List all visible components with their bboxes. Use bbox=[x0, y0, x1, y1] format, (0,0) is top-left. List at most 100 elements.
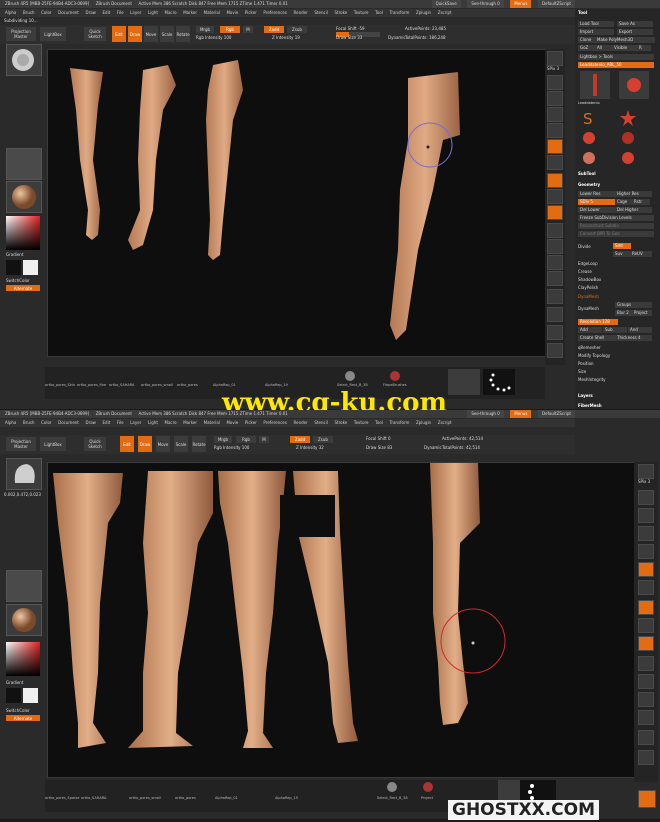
draw-size-slider[interactable]: Draw Size 33 bbox=[336, 35, 362, 40]
menu-texture-2[interactable]: Texture bbox=[354, 419, 369, 427]
aahalf-button[interactable] bbox=[547, 123, 563, 138]
edgeloop-header[interactable]: EdgeLoop bbox=[578, 261, 656, 267]
menu-file-2[interactable]: File bbox=[117, 419, 124, 427]
select-rect-label[interactable]: Select_Rect_B_38 bbox=[337, 383, 368, 387]
stroke-thumbnail-2[interactable] bbox=[6, 570, 42, 602]
menu-zscript-2[interactable]: Zscript bbox=[438, 419, 452, 427]
alpha-brush-b1[interactable]: ortho_pores_Sparse bbox=[45, 796, 80, 800]
zsub-button[interactable]: Zsub bbox=[287, 26, 307, 33]
quick-sketch-button-2[interactable]: Quick Sketch bbox=[84, 437, 106, 451]
menu-render[interactable]: Render bbox=[294, 9, 308, 17]
dynamesh-header[interactable]: DynaMesh bbox=[578, 294, 656, 300]
menu-stencil-2[interactable]: Stencil bbox=[314, 419, 328, 427]
resolution-slider[interactable]: Resolution 128 bbox=[578, 319, 618, 325]
load-tool-button[interactable]: Load Tool bbox=[578, 21, 614, 27]
switchcolor-label[interactable]: SwitchColor bbox=[6, 278, 30, 283]
simplebrush-icon[interactable]: S bbox=[580, 109, 598, 128]
quicksave-button[interactable]: QuickSave bbox=[431, 0, 461, 8]
menu-alpha-2[interactable]: Alpha bbox=[5, 419, 16, 427]
sdiv-slider[interactable]: SDiv 5 bbox=[578, 199, 615, 205]
all-button[interactable]: All bbox=[595, 45, 613, 51]
thickness-slider[interactable]: Thickness 4 bbox=[615, 335, 652, 341]
select-rect-icon-2[interactable] bbox=[387, 782, 397, 792]
scale-view-button[interactable] bbox=[547, 255, 563, 270]
pm3d-tool-icon[interactable] bbox=[619, 151, 637, 165]
zadd-button-2[interactable]: Zadd bbox=[290, 436, 310, 443]
secondary-color-swatch[interactable] bbox=[6, 260, 21, 275]
menu-marker-2[interactable]: Marker bbox=[183, 419, 197, 427]
alpha-slot[interactable] bbox=[483, 369, 515, 395]
rgb-button[interactable]: Rgb bbox=[220, 26, 240, 33]
flepe-icon[interactable] bbox=[390, 371, 400, 381]
draw-button-2[interactable]: Draw bbox=[138, 436, 152, 452]
default-zscript-button-2[interactable]: DefaultZScript bbox=[538, 410, 575, 418]
seethrough-slider-2[interactable]: See-through 0 bbox=[467, 410, 504, 418]
material-thumbnail-2[interactable] bbox=[6, 604, 42, 636]
alpha-brush-2[interactable]: ortho_pores_fine bbox=[77, 383, 106, 387]
texture-slot[interactable] bbox=[448, 369, 480, 395]
projection-master-button[interactable]: Projection Master bbox=[6, 27, 36, 41]
gradient-label-2[interactable]: Gradient bbox=[6, 680, 23, 685]
freeze-subdiv-button[interactable]: Freeze SubDivision Levels bbox=[578, 215, 654, 221]
del-lower-button[interactable]: Del Lower bbox=[578, 207, 615, 213]
groups-button[interactable]: Groups bbox=[615, 302, 652, 308]
mrgb-button-2[interactable]: Mrgb bbox=[214, 436, 232, 443]
create-shell-button[interactable]: Create Shell bbox=[578, 335, 615, 341]
menu-document[interactable]: Document bbox=[58, 9, 79, 17]
modify-topology-header[interactable]: Modify Topology bbox=[578, 353, 656, 359]
menu-layer-2[interactable]: Layer bbox=[130, 419, 141, 427]
frame-button-2[interactable] bbox=[638, 656, 654, 671]
rstr-button[interactable]: Rstr bbox=[632, 199, 650, 205]
spix-label[interactable]: SPix 3 bbox=[547, 66, 559, 71]
lower-res-button[interactable]: Lower Res bbox=[578, 191, 615, 197]
rgb-button-2[interactable]: Rgb bbox=[236, 436, 256, 443]
menu-picker-2[interactable]: Picker bbox=[245, 419, 257, 427]
polyf-button[interactable] bbox=[547, 289, 563, 304]
menu-stencil[interactable]: Stencil bbox=[314, 9, 328, 17]
zsub-button-2[interactable]: Zsub bbox=[313, 436, 333, 443]
layers-header[interactable]: Layers bbox=[578, 393, 593, 398]
make-polymesh-button[interactable]: Make PolyMesh3D bbox=[595, 37, 655, 43]
lsym-button-2[interactable] bbox=[638, 618, 654, 633]
brush-thumbnail-2[interactable] bbox=[6, 458, 42, 490]
alternate-button[interactable]: Alternate bbox=[6, 285, 40, 291]
transp-button[interactable] bbox=[547, 307, 563, 322]
menu-edit-2[interactable]: Edit bbox=[103, 419, 111, 427]
tool-thumb-1[interactable] bbox=[580, 71, 610, 99]
aahalf-button-2[interactable] bbox=[638, 544, 654, 559]
menus-button-2[interactable]: Menus bbox=[510, 410, 532, 418]
material-thumbnail[interactable] bbox=[6, 181, 42, 213]
visible-button[interactable]: Visible bbox=[612, 45, 638, 51]
menus-button[interactable]: Menus bbox=[510, 0, 532, 8]
stroke-thumbnail[interactable] bbox=[6, 148, 42, 180]
tool-thumb-2[interactable] bbox=[619, 71, 649, 99]
scale-view-button-2[interactable] bbox=[638, 692, 654, 707]
xyz-button-2[interactable] bbox=[638, 636, 654, 651]
persp-button[interactable] bbox=[547, 139, 563, 154]
menu-marker[interactable]: Marker bbox=[183, 9, 197, 17]
higher-res-button[interactable]: Higher Res bbox=[615, 191, 652, 197]
crease-header[interactable]: Crease bbox=[578, 269, 656, 275]
shadowbox-header[interactable]: ShadowBox bbox=[578, 277, 656, 283]
select-rect-icon[interactable] bbox=[345, 371, 355, 381]
lightbox-tools-button[interactable]: Lightbox > Tools bbox=[578, 54, 654, 60]
move-view-button-2[interactable] bbox=[638, 674, 654, 689]
menu-stroke[interactable]: Stroke bbox=[335, 9, 348, 17]
menu-document-2[interactable]: Document bbox=[58, 419, 79, 427]
menu-transform[interactable]: Transform bbox=[389, 9, 409, 17]
alpha-brush-b2[interactable]: ortho_SAHARA bbox=[81, 796, 106, 800]
clone-button[interactable]: Clone bbox=[578, 37, 596, 43]
move-button[interactable]: Move bbox=[144, 26, 158, 42]
select-rect-label-2[interactable]: Select_Rect_B_38 bbox=[377, 796, 408, 800]
rotate-button[interactable]: Rotate bbox=[176, 26, 190, 42]
reuv-button[interactable]: ReUV bbox=[630, 251, 652, 257]
menu-macro-2[interactable]: Macro bbox=[165, 419, 177, 427]
subtool-header[interactable]: SubTool bbox=[578, 171, 596, 176]
sub-button[interactable]: Sub bbox=[603, 327, 627, 333]
main-color-swatch[interactable] bbox=[23, 260, 38, 275]
color-picker[interactable] bbox=[6, 216, 40, 250]
ghost-button[interactable] bbox=[547, 325, 563, 340]
solo-button[interactable] bbox=[547, 343, 563, 358]
del-higher-button[interactable]: Del Higher bbox=[615, 207, 652, 213]
cylinder2-tool-icon[interactable] bbox=[619, 131, 637, 145]
